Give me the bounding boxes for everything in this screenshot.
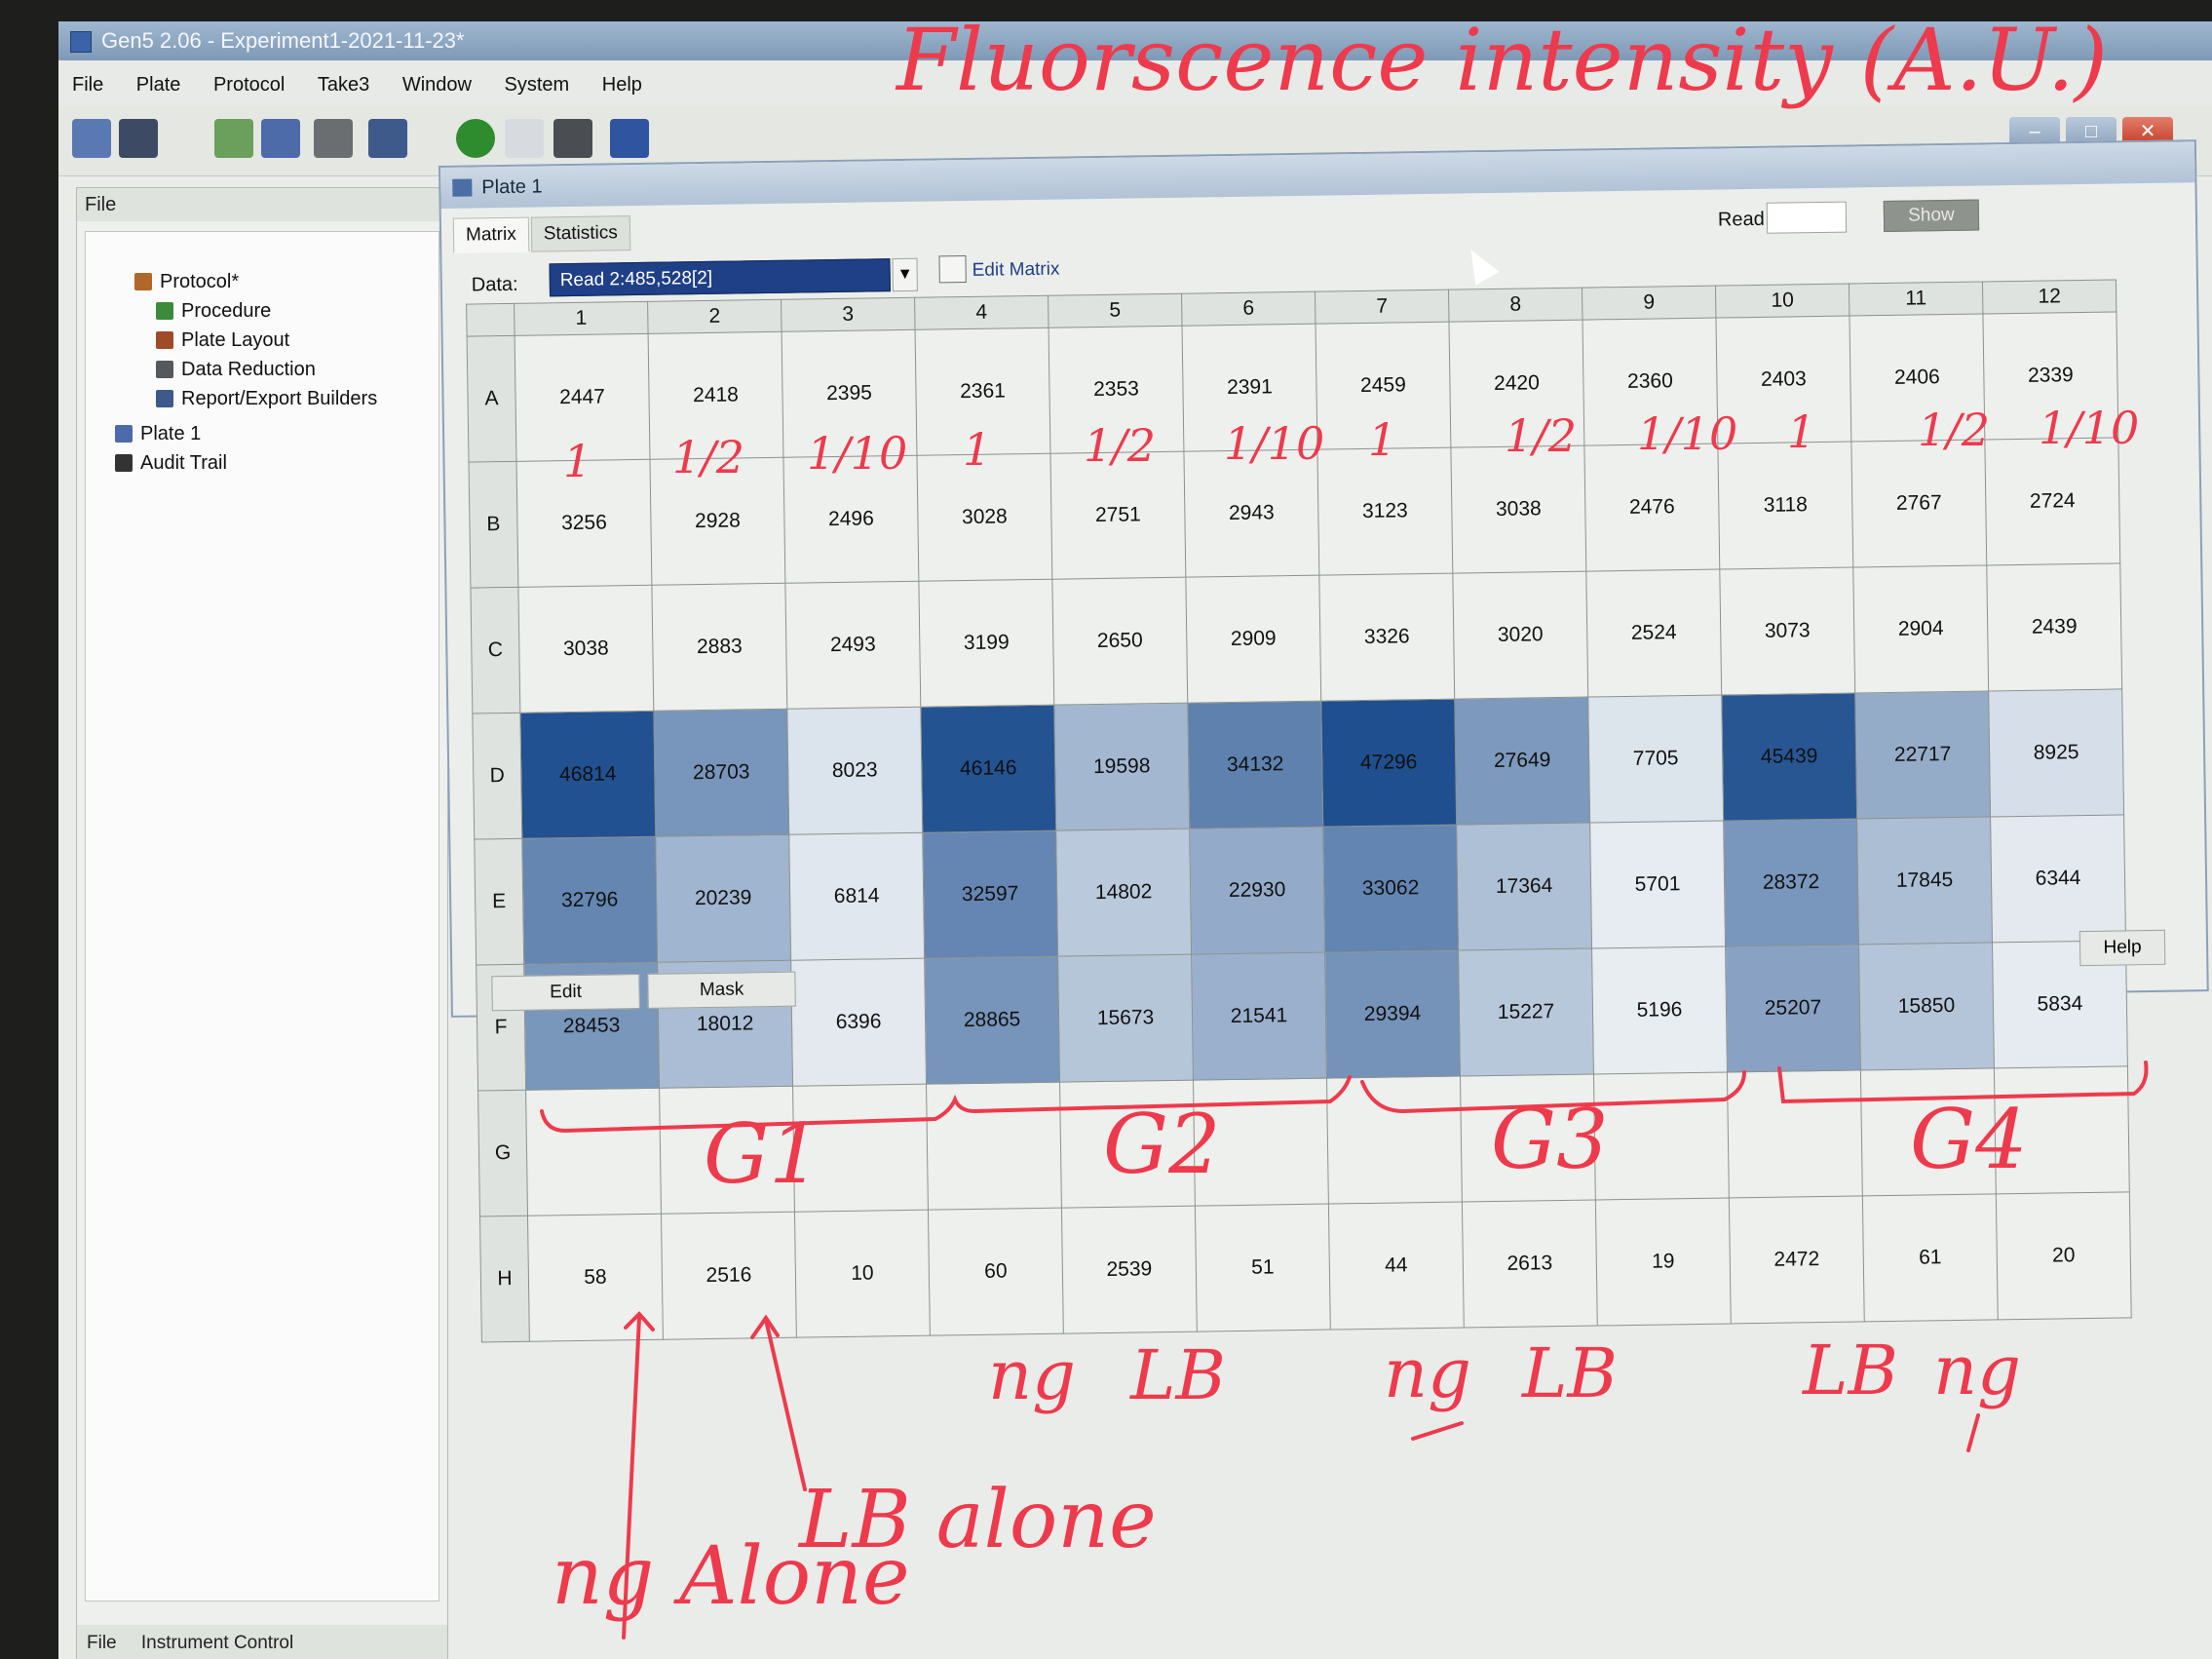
bracket-g3 [1360,1070,1746,1114]
arrow-ng-alone [622,1311,655,1640]
arrow-lb-alone [750,1314,807,1491]
bracket-g4 [1777,1061,2149,1104]
bracket-g1-g2 [540,1075,1352,1134]
annotation-brackets [540,1061,2149,1640]
underline-strokes [1411,1413,1980,1452]
